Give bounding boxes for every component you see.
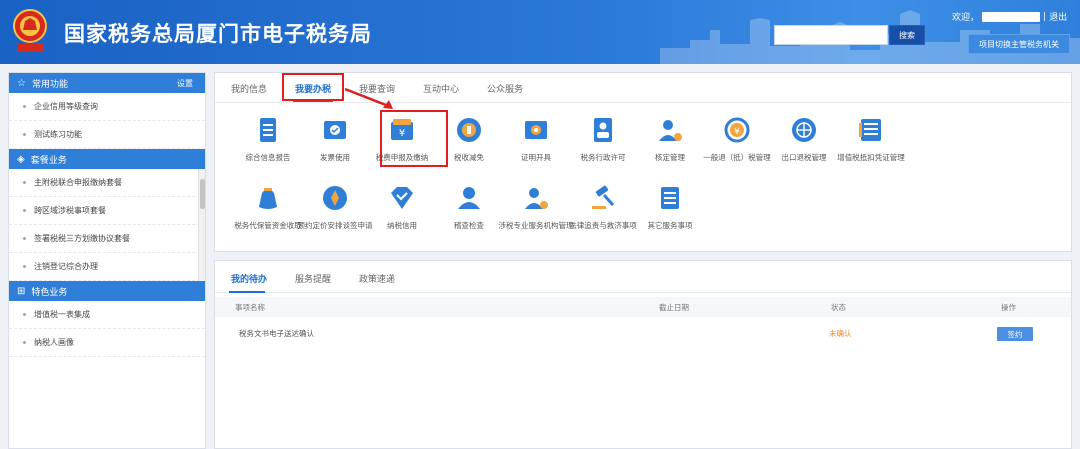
- pricing-icon: [323, 186, 347, 210]
- tax-relief-icon: [457, 118, 481, 142]
- credit-icon: [391, 187, 413, 209]
- highlight-box-tab: [282, 73, 344, 101]
- service-label: 增值税抵扣凭证管理: [837, 153, 905, 162]
- todo-panel: 我的待办 服务提醒 政策速递 事项名称 截止日期 状态 操作 税务文书电子送达确…: [214, 260, 1072, 449]
- bullet-icon: [23, 133, 26, 136]
- sign-button[interactable]: 签约: [997, 327, 1033, 341]
- bullet-icon: [23, 209, 26, 212]
- active-tab-indicator: [229, 291, 265, 293]
- service-panel: 我的信息 我要办税 我要查询 互动中心 公众服务 综合信息报告 发票使用 ¥ 税费申报…: [214, 72, 1072, 252]
- license-icon: [594, 118, 612, 142]
- sidebar-section-special[interactable]: ⊞ 特色业务: [9, 281, 205, 301]
- tab-public-service[interactable]: 公众服务: [487, 82, 523, 95]
- scrollbar[interactable]: [198, 169, 205, 283]
- logout-link[interactable]: 退出: [1049, 10, 1067, 23]
- law-icon: [592, 185, 615, 209]
- export-refund-icon: [792, 118, 816, 142]
- package-list: 主附税联合申报缴纳套餐 跨区域涉税事项套餐 签署税税三方划缴协议套餐 注销登记综…: [9, 169, 205, 283]
- todo-tabs: 我的待办 服务提醒 政策速递: [215, 261, 1071, 293]
- welcome-bar: 欢迎， | 退出: [952, 10, 1067, 23]
- tax-declare-icon: ¥: [391, 119, 413, 140]
- star-icon: ☆: [17, 77, 26, 89]
- settings-link[interactable]: 设置: [177, 78, 193, 89]
- sidebar-item[interactable]: 测试练习功能: [9, 121, 205, 149]
- bullet-icon: [23, 265, 26, 268]
- sidebar-item[interactable]: 签署税税三方划缴协议套餐: [9, 225, 205, 253]
- service-label: 其它服务事项: [647, 221, 693, 230]
- inspection-icon: [458, 187, 480, 209]
- refund-icon: ¥: [724, 117, 750, 143]
- other-service-icon: [661, 187, 679, 209]
- todo-table-header: 事项名称 截止日期 状态 操作: [215, 297, 1071, 317]
- section-title: 特色业务: [31, 287, 68, 298]
- col-deadline: 截止日期: [659, 303, 689, 312]
- bullet-icon: [23, 341, 26, 344]
- bullet-icon: [23, 237, 26, 240]
- section-title: 常用功能: [31, 79, 68, 90]
- invoice-icon: [324, 121, 346, 139]
- search-input[interactable]: [774, 25, 888, 45]
- sidebar-item[interactable]: 纳税人画像: [9, 329, 205, 357]
- top-header: 国家税务总局厦门市电子税务局 搜索 欢迎， | 退出 项目切换主管税务机关: [0, 0, 1080, 64]
- svg-text:¥: ¥: [399, 128, 405, 139]
- sidebar-section-package[interactable]: ◈ 套餐业务: [9, 149, 205, 169]
- col-status: 状态: [831, 303, 846, 312]
- grid-icon: ⊞: [17, 285, 26, 297]
- svg-text:¥: ¥: [734, 127, 740, 137]
- tab-policy-news[interactable]: 政策速递: [359, 272, 395, 285]
- status-badge: 未确认: [829, 329, 852, 338]
- sidebar-item[interactable]: 企业信用等级查询: [9, 93, 205, 121]
- custody-fund-icon: [259, 188, 277, 209]
- site-title: 国家税务总局厦门市电子税务局: [64, 22, 372, 46]
- item-name[interactable]: 税务文书电子送达确认: [239, 328, 314, 339]
- section-title: 套餐业务: [30, 155, 67, 166]
- separator: |: [1043, 11, 1047, 22]
- col-item-name: 事项名称: [235, 303, 265, 312]
- verify-icon: [659, 120, 682, 141]
- certificate-icon: [525, 121, 547, 139]
- agency-icon: [525, 188, 548, 209]
- tab-my-info[interactable]: 我的信息: [231, 82, 267, 95]
- welcome-label: 欢迎，: [952, 13, 980, 23]
- sidebar-section-common[interactable]: ☆ 常用功能 设置: [9, 73, 205, 93]
- username-mask: [982, 11, 1041, 22]
- layers-icon: ◈: [17, 153, 25, 165]
- sidebar-item[interactable]: 主附税联合申报缴纳套餐: [9, 169, 205, 197]
- tab-service-reminder[interactable]: 服务提醒: [295, 272, 331, 285]
- search-button[interactable]: 搜索: [889, 25, 925, 45]
- sidebar-item[interactable]: 跨区域涉税事项套餐: [9, 197, 205, 225]
- tax-emblem-logo: [13, 9, 47, 52]
- table-row: 税务文书电子送达确认 未确认 签约: [215, 323, 1071, 347]
- vat-deduct-icon: [859, 119, 881, 141]
- sidebar-item[interactable]: 注销登记综合办理: [9, 253, 205, 281]
- col-action: 操作: [1001, 303, 1016, 312]
- scrollbar-thumb[interactable]: [200, 179, 205, 209]
- sidebar: ☆ 常用功能 设置 企业信用等级查询 测试练习功能 ◈ 套餐业务 主附税联合申报…: [8, 72, 206, 449]
- sidebar-item[interactable]: 增值税一表集成: [9, 301, 205, 329]
- bullet-icon: [23, 313, 26, 316]
- tab-my-todo[interactable]: 我的待办: [231, 272, 267, 285]
- bullet-icon: [23, 181, 26, 184]
- service-item[interactable]: 其它服务事项: [628, 183, 712, 231]
- bullet-icon: [23, 105, 26, 108]
- tab-interaction[interactable]: 互动中心: [423, 82, 459, 95]
- switch-tax-authority-button[interactable]: 项目切换主管税务机关: [968, 34, 1070, 54]
- red-arrow-annotation: [344, 87, 393, 109]
- report-icon: [260, 118, 276, 142]
- service-item[interactable]: 增值税抵扣凭证管理: [829, 115, 913, 163]
